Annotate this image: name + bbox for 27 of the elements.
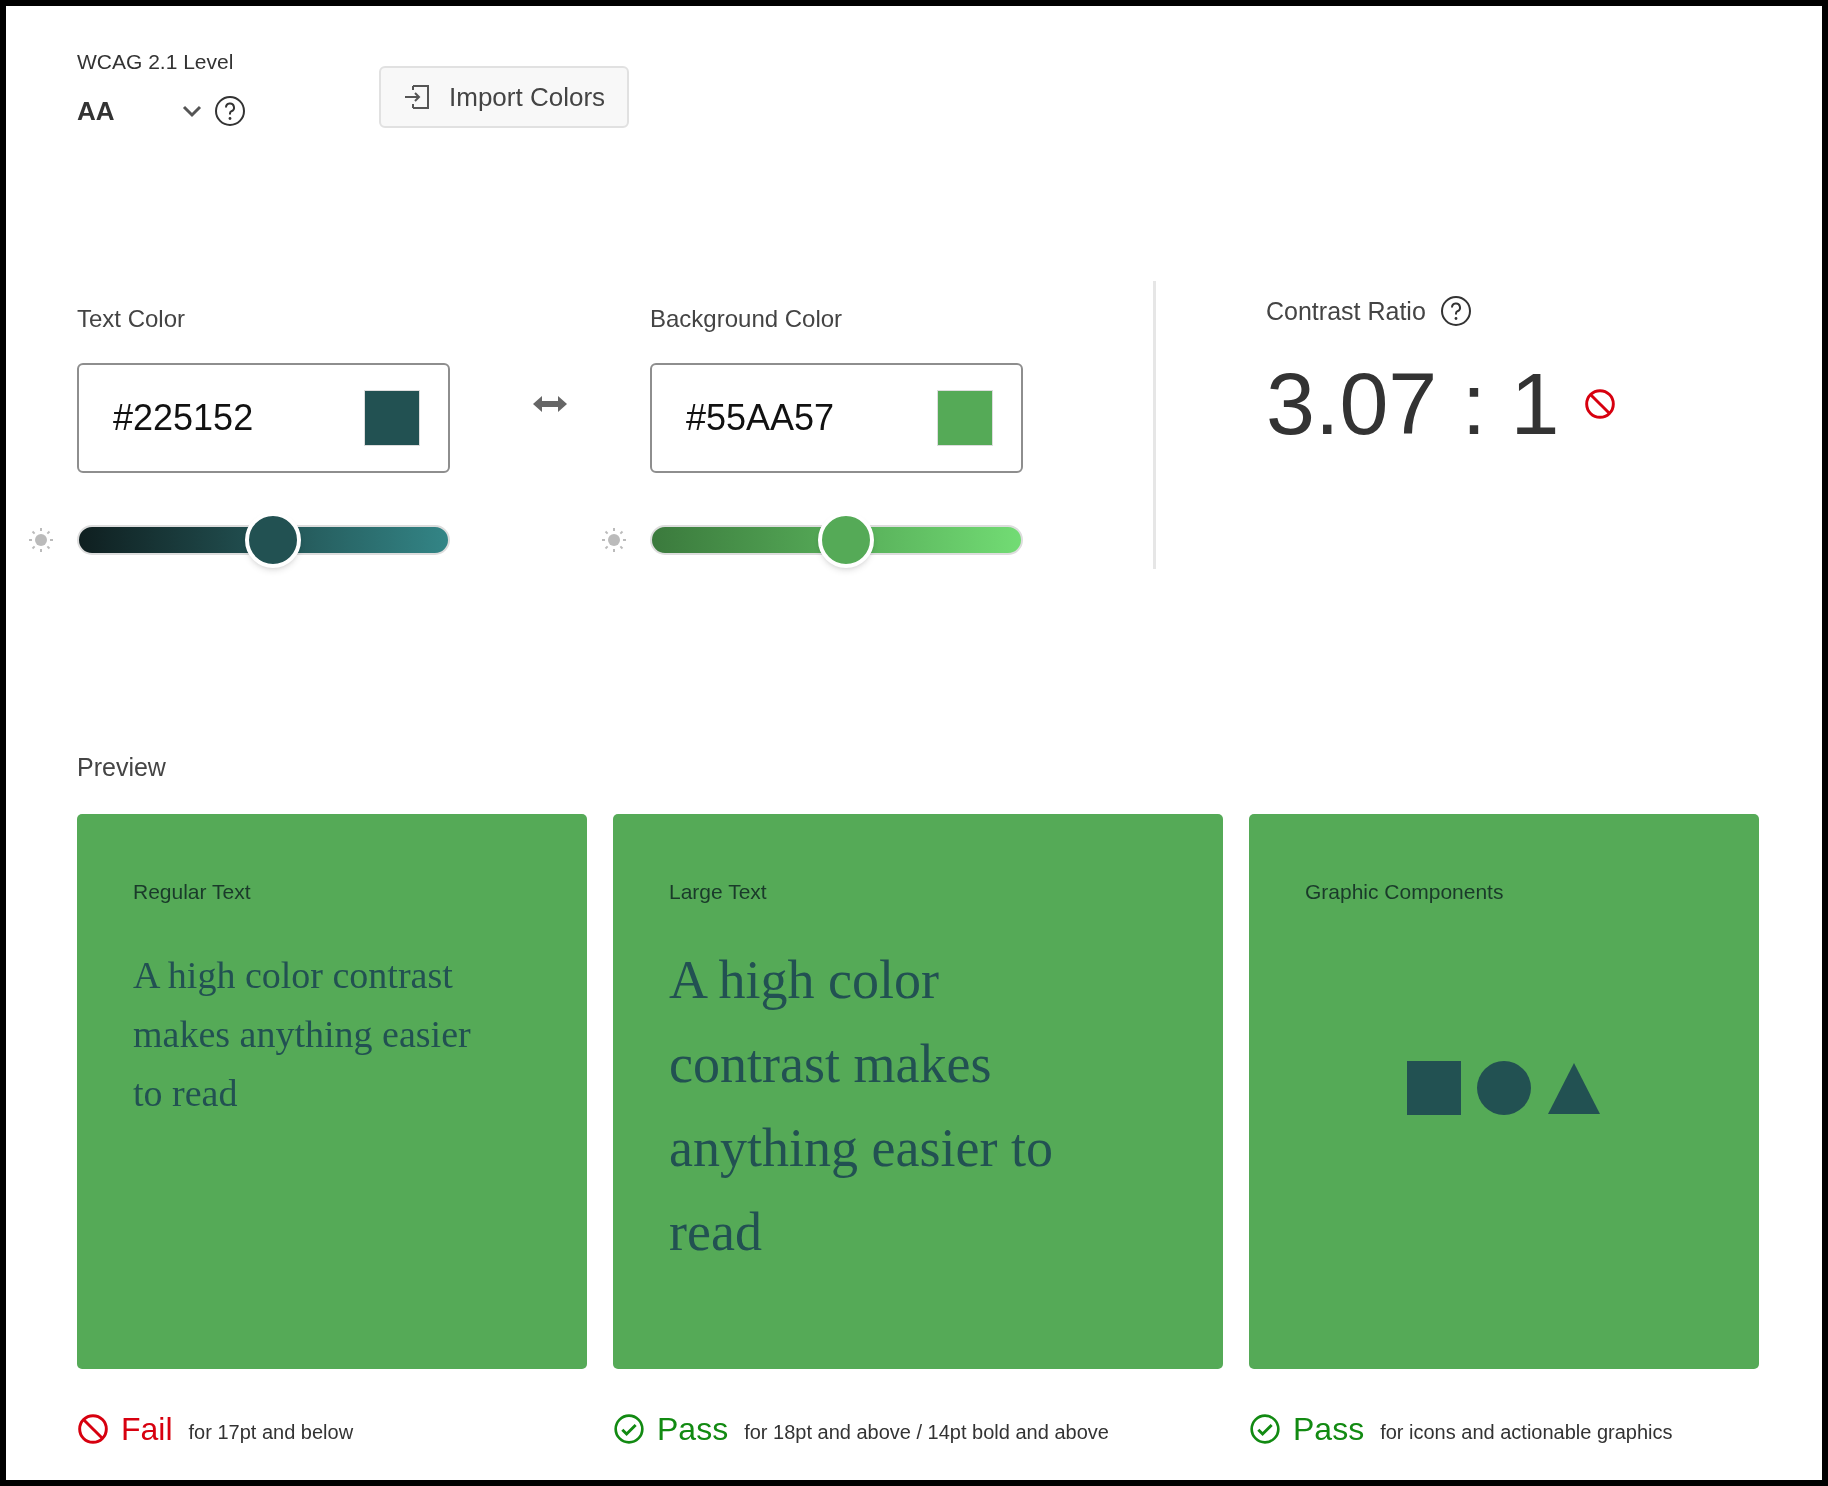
import-colors-button[interactable]: Import Colors [379, 66, 630, 128]
level-label: WCAG 2.1 Level [77, 49, 235, 75]
contrast-ratio-value: 3.07 : 1 [1266, 360, 1560, 448]
level-dropdown[interactable]: AA [77, 91, 202, 131]
help-icon[interactable] [214, 95, 246, 127]
card-title: Large Text [669, 879, 768, 905]
preview-heading: Preview [77, 751, 167, 783]
chevron-down-icon [182, 104, 202, 118]
card-title: Regular Text [133, 879, 252, 905]
color-label: Background Color [650, 303, 844, 334]
result-label: Pass [657, 1410, 729, 1449]
result-label: Pass [1293, 1410, 1365, 1449]
triangle-shape [1547, 1061, 1601, 1116]
result-note: for 17pt and below [188, 1420, 354, 1445]
result-note: for icons and actionable graphics [1380, 1420, 1673, 1445]
contrast-ratio-label: Contrast Ratio [1266, 295, 1426, 327]
card-title: Graphic Components [1305, 879, 1505, 905]
color-label: Text Color [77, 303, 187, 334]
sample-text: A high color contrast makes anything easier to read [133, 952, 472, 1116]
square-shape [1407, 1061, 1461, 1116]
sample-text: A high color contrast makes anything easier to read [669, 948, 1054, 1264]
hex-input-field[interactable]: #225152 [77, 362, 450, 473]
result-label: Fail [121, 1410, 173, 1449]
result-note: for 18pt and above / 14pt bold and above [744, 1420, 1109, 1445]
hex-input-field[interactable]: #55AA57 [650, 362, 1023, 473]
help-icon[interactable] [1439, 295, 1472, 328]
import-icon [403, 84, 431, 110]
